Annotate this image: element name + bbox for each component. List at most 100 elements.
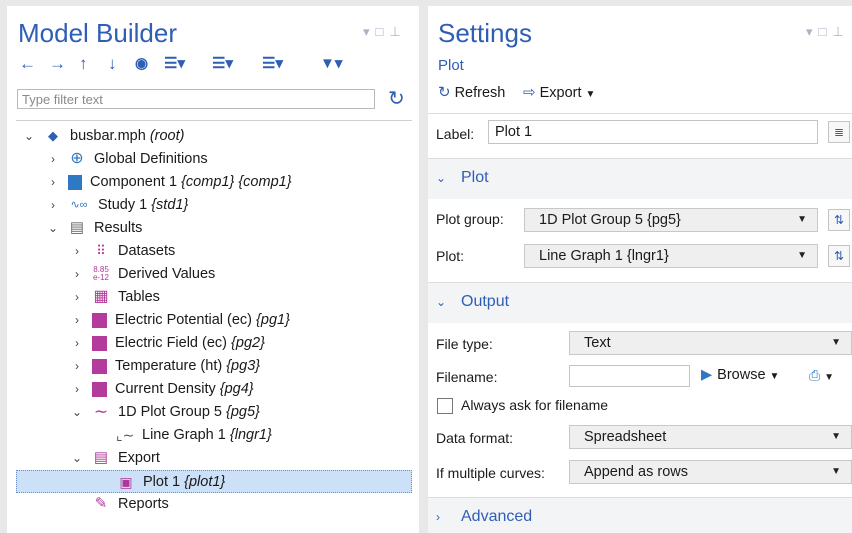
chevron-down-icon: ▼ — [585, 89, 596, 100]
tree-node-derived-values[interactable]: › 8.85 e-12 Derived Values — [70, 263, 215, 286]
line-graph-icon: ⌞∼ — [116, 427, 135, 444]
tree-node-results[interactable]: ⌄ ▤ Results — [46, 217, 142, 240]
refresh-icon: ↻ — [438, 84, 451, 101]
tree-node-electric-potential[interactable]: › Electric Potential (ec) {pg1} — [70, 309, 290, 332]
data-format-select[interactable]: Spreadsheet ▼ — [569, 425, 852, 449]
arrow-down-icon[interactable]: ↓ — [108, 54, 117, 74]
expand-icon[interactable]: ☰▾ — [164, 54, 185, 72]
tree-node-current-density[interactable]: › Current Density {pg4} — [70, 378, 254, 401]
plot-caption: Plot: — [436, 248, 465, 264]
sort-icon[interactable]: ☰▾ — [212, 54, 233, 72]
always-ask-label: Always ask for filename — [461, 397, 609, 413]
reports-icon: ✎ — [94, 495, 108, 513]
section-output[interactable]: ⌄ Output — [428, 282, 852, 323]
study-icon: ∿∞ — [70, 199, 88, 212]
chevron-down-icon: ▼ — [831, 466, 841, 477]
filename-caption: Filename: — [436, 369, 498, 385]
chevron-right-icon[interactable]: › — [46, 148, 60, 171]
tree-node-datasets[interactable]: › ⠿ Datasets — [70, 240, 175, 263]
export-icon: ⇨ — [523, 84, 536, 101]
plot-group-select[interactable]: 1D Plot Group 5 {pg5} ▼ — [524, 208, 818, 232]
grid-icon: ⠿ — [96, 243, 106, 259]
plot-select[interactable]: Line Graph 1 {lngr1} ▼ — [524, 244, 818, 268]
goto-plot-icon[interactable]: ⇅ — [828, 245, 850, 267]
file-type-select[interactable]: Text ▼ — [569, 331, 852, 355]
chevron-down-icon: ⌄ — [436, 295, 447, 309]
divider — [428, 113, 852, 114]
results-icon: ▤ — [69, 219, 85, 237]
table-icon: ▦ — [93, 288, 109, 306]
window-controls[interactable]: ▾□⊥ — [806, 24, 850, 40]
list-icon[interactable]: ☰▾ — [262, 54, 283, 72]
chevron-down-icon: ▼ — [797, 250, 807, 261]
chevron-right-icon[interactable]: › — [70, 309, 84, 332]
arrow-up-icon[interactable]: ↑ — [79, 54, 88, 74]
window-controls[interactable]: ▾□⊥ — [363, 24, 407, 40]
folder-icon: ▶ — [701, 367, 713, 383]
cube-icon — [68, 174, 82, 190]
plot-1d-icon: ∼ — [93, 402, 109, 422]
goto-plot-group-icon[interactable]: ⇅ — [828, 209, 850, 231]
tree-node-plot1[interactable]: ▣ Plot 1 {plot1} — [16, 470, 412, 493]
tree-node-root[interactable]: ⌄ ◆ busbar.mph (root) — [22, 125, 185, 148]
tree-node-1d-plot-group[interactable]: ⌄ ∼ 1D Plot Group 5 {pg5} — [70, 401, 260, 424]
section-plot[interactable]: ⌄ Plot — [428, 158, 852, 199]
plot-group-3d-icon — [92, 381, 107, 397]
tree-node-temperature[interactable]: › Temperature (ht) {pg3} — [70, 355, 260, 378]
chevron-right-icon[interactable]: › — [70, 286, 84, 309]
model-icon: ◆ — [48, 128, 58, 144]
chevron-right-icon[interactable]: › — [70, 332, 84, 355]
always-ask-checkbox[interactable] — [437, 398, 453, 414]
model-builder-title: Model Builder — [18, 18, 177, 48]
data-format-caption: Data format: — [436, 430, 514, 446]
multiple-curves-select[interactable]: Append as rows ▼ — [569, 460, 852, 484]
chevron-right-icon: › — [436, 510, 440, 524]
export-icon: ▤ — [93, 449, 109, 467]
tree-node-tables[interactable]: › ▦ Tables — [70, 286, 160, 309]
chevron-right-icon[interactable]: › — [46, 171, 60, 194]
chevron-down-icon: ▼ — [831, 431, 841, 442]
tree-filter-input[interactable] — [17, 89, 375, 109]
tree-node-study[interactable]: › ∿∞ Study 1 {std1} — [46, 194, 188, 217]
tree-node-line-graph[interactable]: ⌞∼ Line Graph 1 {lngr1} — [94, 424, 272, 447]
chevron-right-icon[interactable]: › — [70, 378, 84, 401]
chevron-right-icon[interactable]: › — [70, 263, 84, 286]
chevron-down-icon[interactable]: ⌄ — [22, 125, 36, 148]
settings-pane: Settings ▾□⊥ Plot ↻ Refresh ⇨ Export ▼ Lab… — [428, 6, 852, 533]
arrow-right-icon[interactable]: → — [49, 54, 66, 74]
chevron-down-icon[interactable]: ⌄ — [70, 401, 84, 424]
chevron-down-icon[interactable]: ⌄ — [70, 447, 84, 470]
tree-node-component[interactable]: › Component 1 {comp1} {comp1} — [46, 171, 292, 194]
chevron-down-icon[interactable]: ⌄ — [46, 217, 60, 240]
chevron-right-icon[interactable]: › — [70, 240, 84, 263]
filename-input[interactable] — [569, 365, 690, 387]
eye-icon[interactable]: ◉ — [135, 54, 148, 72]
derived-values-icon: 8.85 e-12 — [92, 265, 109, 283]
section-advanced[interactable]: › Advanced — [428, 497, 852, 533]
settings-title: Settings — [438, 18, 532, 48]
browse-button[interactable]: ▶ Browse ▼ — [701, 367, 779, 383]
chevron-right-icon[interactable]: › — [70, 355, 84, 378]
plot-group-3d-icon — [92, 312, 107, 328]
arrow-left-icon[interactable]: ← — [19, 54, 36, 74]
plot-group-3d-icon — [92, 335, 107, 351]
label-input[interactable]: Plot 1 — [488, 120, 818, 144]
tree-node-reports[interactable]: ✎ Reports — [70, 493, 169, 516]
refresh-icon[interactable]: ↻ — [388, 86, 405, 111]
chevron-down-icon: ▼ — [831, 337, 841, 348]
chevron-down-icon: ⌄ — [436, 171, 447, 185]
tree-node-global-definitions[interactable]: › ⊕ Global Definitions — [46, 148, 208, 171]
pin-icon[interactable]: ▼▾ — [320, 54, 342, 72]
label-edit-icon[interactable]: ≣ — [828, 121, 850, 143]
refresh-button[interactable]: ↻ Refresh — [438, 83, 505, 101]
plot-group-3d-icon — [92, 358, 107, 374]
model-tree: ⌄ ◆ busbar.mph (root) › ⊕ Global Definitions… — [16, 120, 412, 533]
tree-node-electric-field[interactable]: › Electric Field (ec) {pg2} — [70, 332, 265, 355]
tree-node-export[interactable]: ⌄ ▤ Export — [70, 447, 160, 470]
settings-subtitle: Plot — [438, 57, 464, 74]
export-button[interactable]: ⇨ Export ▼ — [523, 83, 595, 101]
globe-icon: ⊕ — [70, 150, 84, 168]
multiple-curves-caption: If multiple curves: — [436, 465, 545, 481]
chevron-right-icon[interactable]: › — [46, 194, 60, 217]
file-options-icon[interactable]: ⎙ ▼ — [809, 367, 834, 384]
